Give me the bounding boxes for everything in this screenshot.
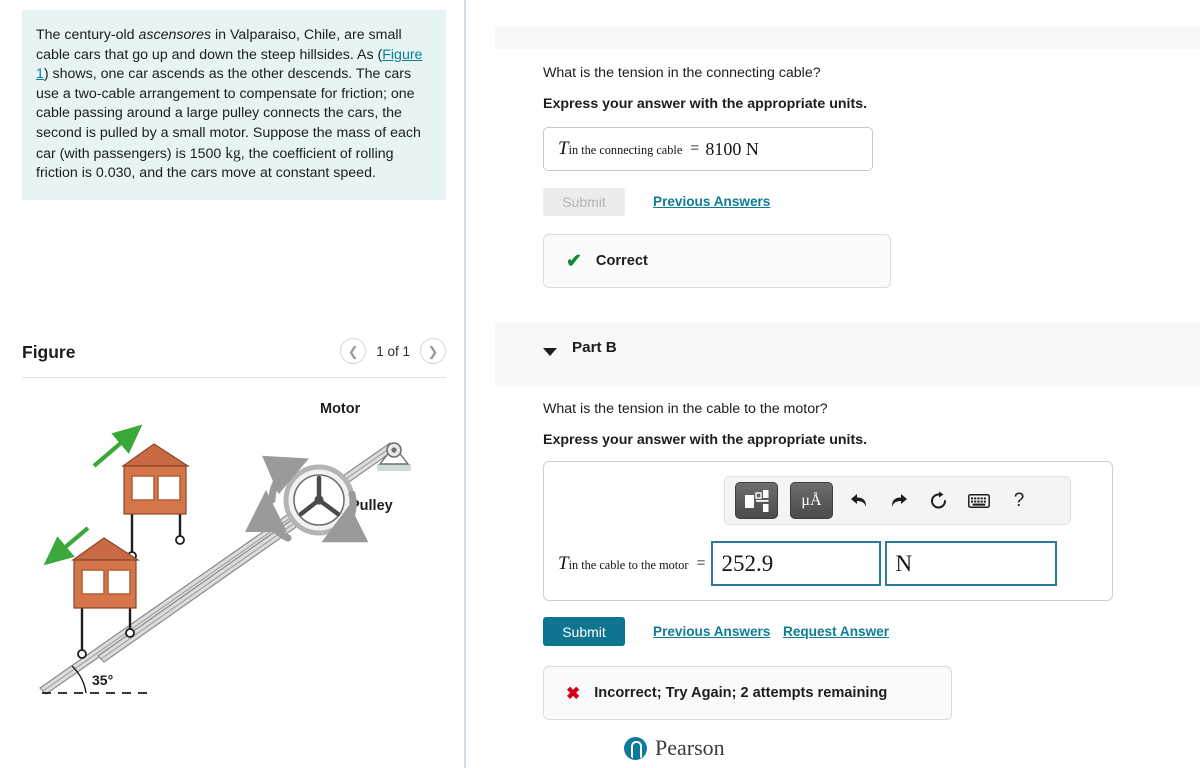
chevron-right-icon[interactable]: ❯ — [420, 338, 446, 364]
part-a-header-band — [495, 26, 1200, 49]
part-a-previous-answers-link[interactable]: Previous Answers — [653, 194, 770, 209]
keyboard-button[interactable] — [965, 486, 993, 516]
part-b-answer-widget: μÅ ? Tin the cable to the motor = 252.9 … — [543, 461, 1113, 601]
part-a-feedback-text: Correct — [595, 253, 648, 269]
problem-italic-term: ascensores — [138, 27, 212, 43]
part-b-instruction: Express your answer with the appropriate… — [543, 432, 868, 448]
part-b-variable: Tin the cable to the motor — [558, 552, 689, 574]
part-b-header-band[interactable]: Part B — [495, 322, 1200, 386]
figure-header: Figure ❮ 1 of 1 ❯ — [22, 338, 446, 378]
units-button[interactable]: μÅ — [790, 482, 833, 519]
part-a-answer-display: Tin the connecting cable = 8100 N — [543, 127, 873, 171]
figure-divider — [22, 377, 446, 378]
upper-car — [121, 443, 191, 561]
figure-counter: 1 of 1 — [376, 343, 410, 359]
angle-label: 35° — [92, 672, 113, 688]
right-panel: What is the tension in the connecting ca… — [466, 0, 1200, 768]
part-a-variable: Tin the connecting cable — [558, 138, 683, 159]
template-fraction-icon — [744, 489, 768, 512]
problem-statement: The century-old ascensores in Valparaiso… — [22, 10, 446, 200]
units-label: μÅ — [801, 491, 822, 509]
help-button[interactable]: ? — [1005, 486, 1033, 516]
problem-mass-unit: kg — [225, 144, 241, 162]
undo-icon — [851, 493, 867, 507]
part-b-label: Part B — [572, 339, 617, 356]
redo-icon — [891, 493, 907, 507]
exercise-page: The century-old ascensores in Valparaiso… — [0, 0, 1200, 768]
part-a-submit-button[interactable]: Submit — [543, 188, 625, 216]
reset-button[interactable] — [925, 486, 953, 516]
caret-down-icon[interactable] — [543, 348, 557, 356]
part-b-answer-row: Tin the cable to the motor = 252.9 N — [558, 541, 1058, 586]
pearson-footer: Pearson — [624, 735, 725, 761]
part-b-equals: = — [696, 554, 706, 572]
part-b-feedback-text: Incorrect; Try Again; 2 attempts remaini… — [594, 685, 888, 701]
part-b-previous-answers-link[interactable]: Previous Answers — [653, 624, 770, 639]
part-b-value-input[interactable]: 252.9 — [711, 541, 882, 586]
part-a-equals: = — [690, 140, 700, 157]
pearson-p-icon — [624, 736, 647, 760]
figure-svg: Motor Pulley 35° — [39, 401, 411, 695]
x-icon: ✖ — [566, 683, 581, 703]
part-a-feedback: ✔ Correct — [543, 234, 891, 288]
chevron-left-icon[interactable]: ❮ — [340, 338, 367, 364]
pearson-brand-label: Pearson — [655, 735, 725, 760]
check-icon: ✔ — [566, 250, 582, 272]
part-b-request-answer-link[interactable]: Request Answer — [783, 624, 889, 639]
motor-label: Motor — [320, 401, 361, 417]
figure-navigation: ❮ 1 of 1 ❯ — [340, 338, 446, 364]
part-b-submit-button[interactable]: Submit — [543, 617, 625, 646]
part-a-instruction: Express your answer with the appropriate… — [543, 96, 868, 112]
reset-icon — [931, 491, 946, 508]
part-b-unit-input[interactable]: N — [885, 541, 1058, 586]
math-toolbar: μÅ ? — [724, 476, 1071, 525]
problem-text-part1: The century-old — [36, 27, 139, 43]
part-b-question: What is the tension in the cable to the … — [543, 401, 828, 417]
figure-title: Figure — [22, 342, 76, 362]
left-panel: The century-old ascensores in Valparaiso… — [0, 0, 465, 768]
template-fraction-button[interactable] — [735, 482, 778, 519]
part-b-feedback: ✖ Incorrect; Try Again; 2 attempts remai… — [543, 666, 952, 720]
keyboard-icon — [968, 493, 990, 508]
undo-button[interactable] — [845, 486, 873, 516]
part-a-question: What is the tension in the connecting ca… — [543, 65, 821, 81]
part-a-value: 8100 N — [705, 138, 759, 159]
pulley-graphic — [283, 464, 355, 536]
redo-button[interactable] — [885, 486, 913, 516]
ascensores-figure: Motor Pulley 35° — [20, 388, 450, 718]
